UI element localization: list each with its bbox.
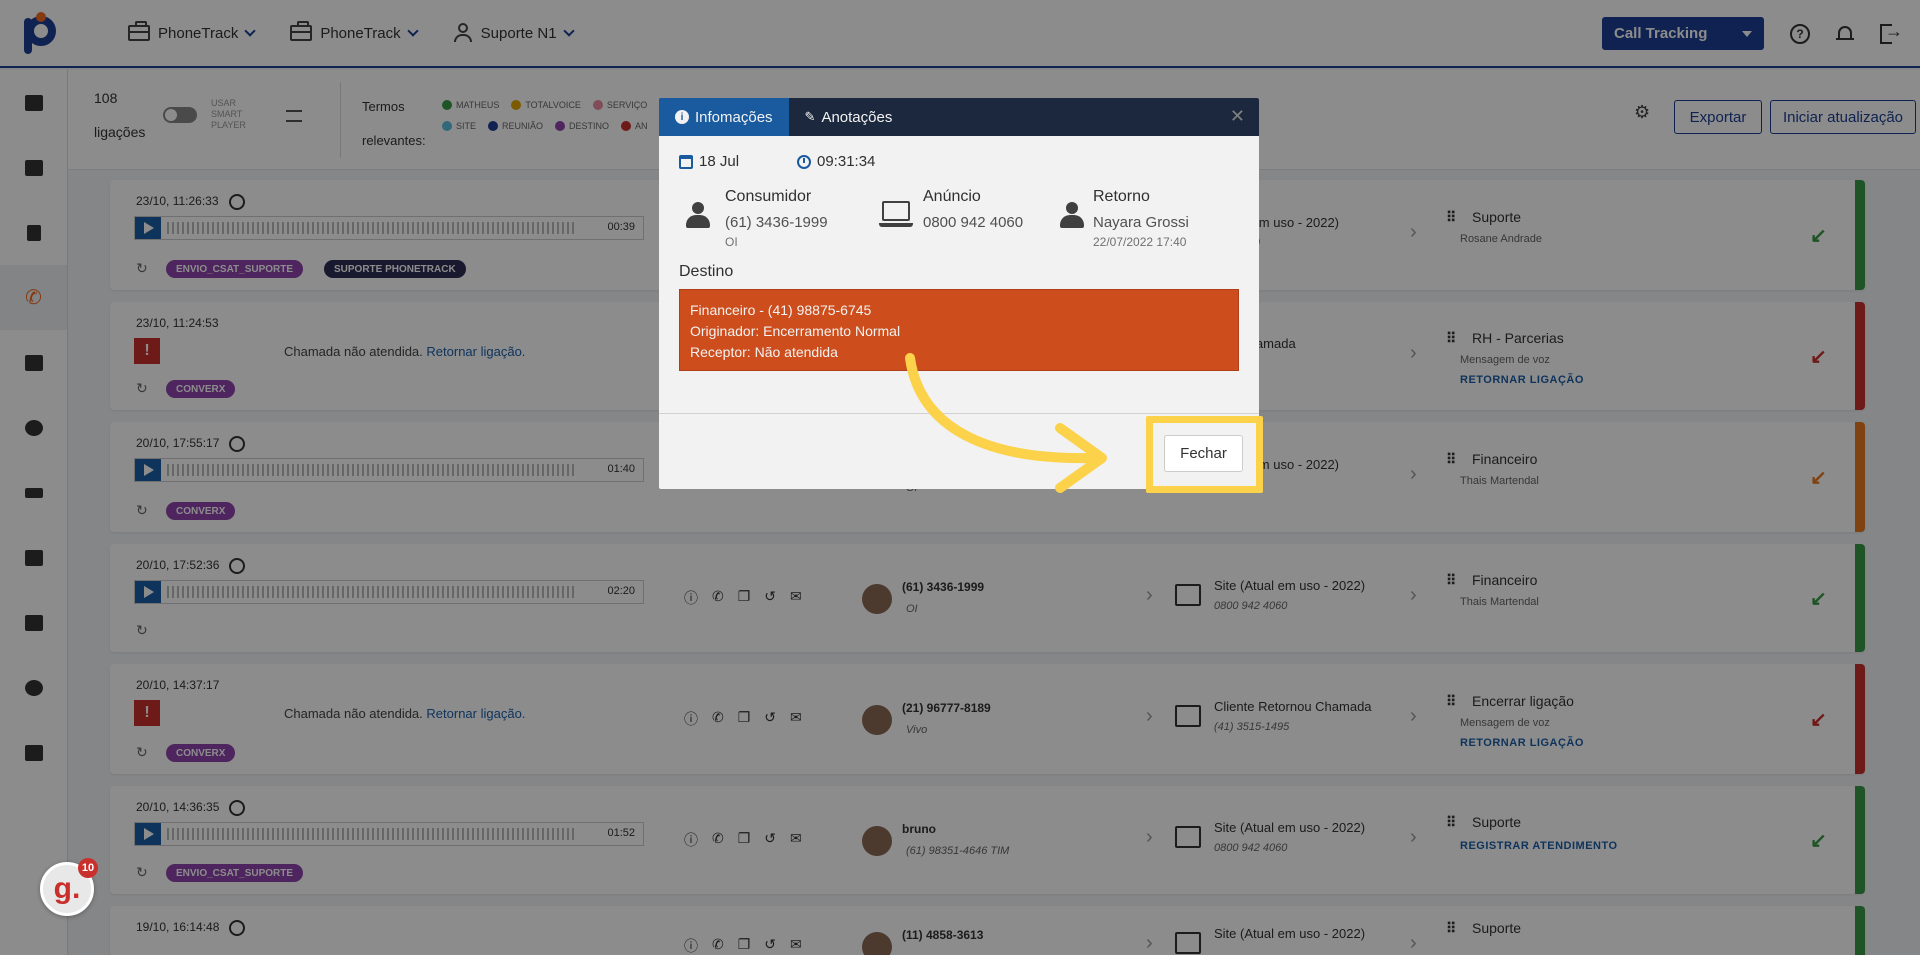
tab-notes[interactable]: ✎ Anotações bbox=[789, 98, 909, 136]
tab-info-label: Infomações bbox=[695, 108, 773, 126]
help-widget-count: 10 bbox=[78, 858, 98, 878]
consumer-icon bbox=[685, 202, 711, 230]
return-title: Retorno bbox=[1093, 188, 1150, 205]
edit-icon: ✎ bbox=[804, 109, 816, 124]
destination-line-1: Financeiro - (41) 98875-6745 bbox=[690, 302, 872, 318]
clock-icon bbox=[797, 154, 811, 169]
destination-label: Destino bbox=[679, 263, 734, 280]
ad-title: Anúncio bbox=[923, 188, 981, 205]
calendar-icon bbox=[679, 154, 693, 169]
ad-info: Anúncio 0800 942 4060 bbox=[923, 188, 1023, 231]
modal-tabs: i Infomações ✎ Anotações bbox=[659, 98, 1259, 136]
tab-info[interactable]: i Infomações bbox=[659, 98, 789, 136]
ad-number: 0800 942 4060 bbox=[923, 214, 1024, 231]
consumer-title: Consumidor bbox=[725, 188, 812, 205]
close-button[interactable]: Fechar bbox=[1164, 435, 1243, 472]
info-icon: i bbox=[675, 110, 689, 124]
return-date: 22/07/2022 17:40 bbox=[1093, 235, 1187, 249]
call-time-value: 09:31:34 bbox=[817, 153, 876, 170]
consumer-carrier: OI bbox=[725, 235, 738, 249]
return-user-icon bbox=[1059, 202, 1085, 230]
call-time: 09:31:34 bbox=[797, 153, 875, 170]
return-info: Retorno Nayara Grossi 22/07/2022 17:40 bbox=[1093, 188, 1189, 249]
return-name: Nayara Grossi bbox=[1093, 214, 1189, 231]
consumer-info: Consumidor (61) 3436-1999 OI bbox=[725, 188, 828, 249]
consumer-phone: (61) 3436-1999 bbox=[725, 214, 828, 231]
close-icon[interactable]: ✕ bbox=[1230, 106, 1245, 127]
tab-notes-label: Anotações bbox=[821, 108, 893, 126]
laptop-icon bbox=[879, 201, 913, 229]
call-date-value: 18 Jul bbox=[699, 153, 740, 170]
tutorial-arrow-icon bbox=[905, 353, 1107, 493]
call-date: 18 Jul bbox=[679, 153, 739, 170]
destination-line-2: Originador: Encerramento Normal bbox=[690, 323, 901, 339]
